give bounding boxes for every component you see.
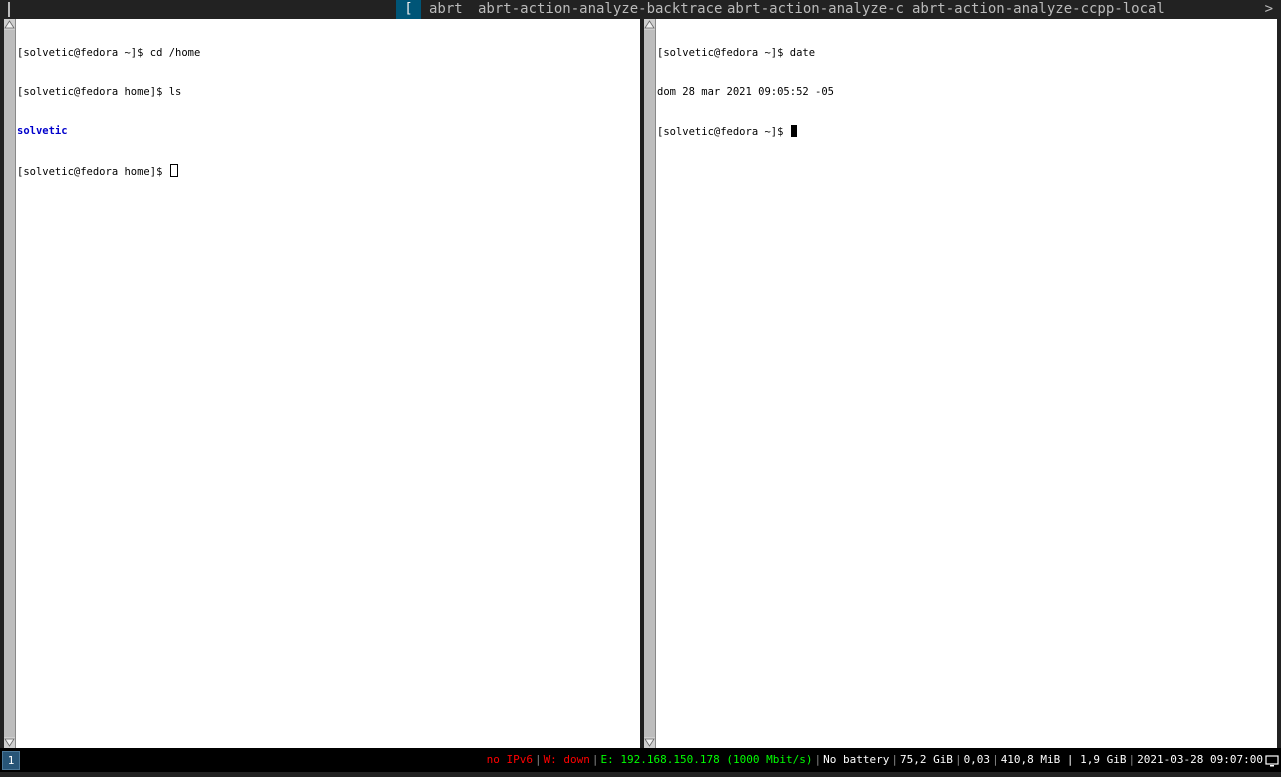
- terminal-window-right[interactable]: [solvetic@fedora ~]$ date dom 28 mar 202…: [644, 19, 1277, 748]
- terminal-line: [solvetic@fedora home]$ ls: [17, 86, 182, 98]
- terminal-line: [solvetic@fedora ~]$ date: [657, 47, 816, 59]
- status-blocks: no IPv6 | W: down | E: 192.168.150.178 (1000…: [486, 753, 1263, 766]
- terminal-line: dom 28 mar 2021 09:05:52 -05: [657, 86, 835, 98]
- scroll-up-arrow-icon[interactable]: [644, 19, 655, 30]
- memory-status: 410,8 MiB | 1,9 GiB: [1000, 753, 1127, 766]
- dmenu-item[interactable]: abrt: [429, 0, 463, 19]
- terminal-line: [solvetic@fedora ~]$ cd /home: [17, 47, 201, 59]
- dmenu-item[interactable]: abrt-action-analyze-c: [727, 0, 904, 19]
- scroll-down-arrow-icon[interactable]: [644, 737, 655, 748]
- dmenu-bar: [ abrt abrt-action-analyze-backtrace abr…: [0, 0, 1281, 19]
- dmenu-more-indicator: >: [1264, 1, 1273, 17]
- scrollbar-track[interactable]: [644, 30, 655, 737]
- dmenu-input-cursor[interactable]: [8, 2, 10, 17]
- scrollbar-track[interactable]: [4, 30, 15, 737]
- dmenu-selected-item[interactable]: [: [396, 0, 421, 19]
- status-bar: 1 no IPv6 | W: down | E: 192.168.150.178 (10…: [0, 748, 1281, 772]
- ethernet-status: E: 192.168.150.178 (1000 Mbit/s): [600, 753, 813, 766]
- datetime-status: 2021-03-28 09:07:00: [1137, 753, 1263, 766]
- scroll-up-arrow-icon[interactable]: [4, 19, 15, 30]
- directory-entry: solvetic: [17, 125, 68, 137]
- scroll-down-arrow-icon[interactable]: [4, 737, 15, 748]
- text-cursor: [790, 125, 797, 137]
- ipv6-status: no IPv6: [486, 753, 533, 766]
- monitor-icon[interactable]: [1265, 753, 1279, 777]
- dmenu-item[interactable]: abrt-action-analyze-backtrace: [478, 0, 722, 19]
- terminal-output[interactable]: [solvetic@fedora ~]$ date dom 28 mar 202…: [657, 21, 1275, 746]
- wireless-status: W: down: [543, 753, 590, 766]
- scrollbar[interactable]: [4, 19, 16, 748]
- text-cursor: [169, 164, 178, 177]
- terminal-prompt: [solvetic@fedora home]$: [17, 166, 169, 178]
- workspace-button[interactable]: 1: [2, 751, 20, 770]
- terminal-prompt: [solvetic@fedora ~]$: [657, 126, 790, 138]
- terminal-window-left[interactable]: [solvetic@fedora ~]$ cd /home [solvetic@…: [4, 19, 640, 748]
- terminal-output[interactable]: [solvetic@fedora ~]$ cd /home [solvetic@…: [17, 21, 638, 746]
- scrollbar[interactable]: [644, 19, 656, 748]
- disk-status: 75,2 GiB: [899, 753, 953, 766]
- load-status: 0,03: [963, 753, 991, 766]
- dmenu-item[interactable]: abrt-action-analyze-ccpp-local: [912, 0, 1165, 19]
- battery-status: No battery: [823, 753, 890, 766]
